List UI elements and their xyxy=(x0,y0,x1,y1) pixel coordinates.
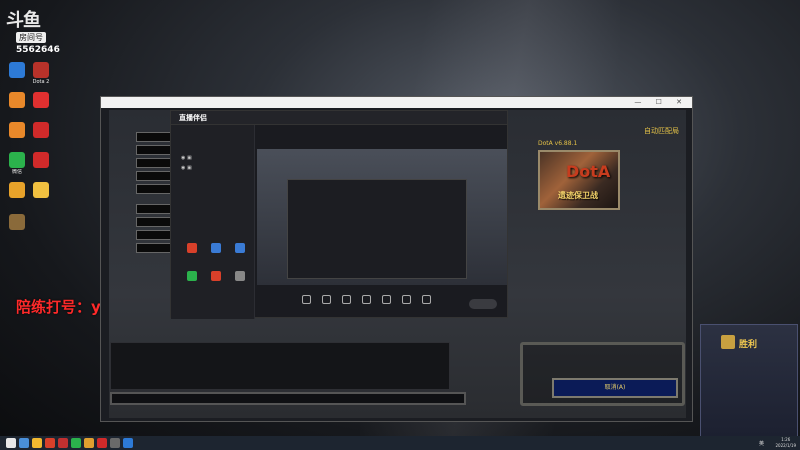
taskbar-app-icon[interactable] xyxy=(110,438,120,448)
obs-tool-icon xyxy=(211,243,221,253)
desktop-icon-app3[interactable] xyxy=(28,92,54,109)
music-icon xyxy=(33,152,49,168)
obs-bottom-tool[interactable] xyxy=(397,295,415,305)
dota2-icon xyxy=(33,62,49,78)
obs-bottom-tool-icon xyxy=(321,295,331,304)
obs-tool-icon xyxy=(235,271,245,281)
app6-icon xyxy=(33,182,49,198)
browser-icon xyxy=(9,62,25,78)
obs-bottom-tool[interactable] xyxy=(357,295,375,305)
obs-tool-icon xyxy=(187,271,197,281)
obs-tool-icon xyxy=(235,243,245,253)
taskbar-clock[interactable]: 1:26 2022/1/19 xyxy=(775,437,796,449)
victory-title: 胜利 xyxy=(739,340,758,350)
obs-side-tool[interactable] xyxy=(207,243,225,254)
victory-overlay: 胜利 xyxy=(700,324,798,438)
map-preview-image: DotA 遗迹保卫战 xyxy=(538,150,620,210)
obs-bottom-tool[interactable] xyxy=(417,295,435,305)
desktop-icon-app7[interactable] xyxy=(4,214,30,231)
obs-brand: 直播伴侣 xyxy=(179,114,207,122)
obs-side-tool[interactable] xyxy=(231,271,249,282)
window-controls[interactable]: — ☐ ✕ xyxy=(634,97,688,108)
desktop-icon-label: 微信 xyxy=(11,169,22,175)
map-banner: 遗迹保卫战 xyxy=(558,191,598,200)
taskbar-app-icon[interactable] xyxy=(45,438,55,448)
obs-bottom-tool[interactable] xyxy=(377,295,395,305)
taskbar: 英 1:26 2022/1/19 xyxy=(0,436,800,450)
obs-bottom-tool[interactable] xyxy=(317,295,335,305)
logo-room-tag: 房间号 xyxy=(16,32,46,43)
obs-sidebar: ◉ ▣ ◉ ▣ xyxy=(171,125,255,319)
map-version-line: DotA v6.88.1 xyxy=(538,140,578,147)
desktop-icon-app2[interactable] xyxy=(4,92,30,109)
obs-source-1[interactable]: ◉ ▣ xyxy=(181,155,192,161)
obs-bottom-tool-icon xyxy=(301,295,311,304)
wechat-icon xyxy=(9,152,25,168)
taskbar-app-icon[interactable] xyxy=(71,438,81,448)
obs-tool-icon xyxy=(211,271,221,281)
desktop-icon-music[interactable] xyxy=(28,152,54,169)
obs-bottom-tool[interactable] xyxy=(337,295,355,305)
lobby-right-panel: 自动匹配局 DotA v6.88.1 DotA 遗迹保卫战 xyxy=(508,118,684,318)
desktop-icon-label: Dota 2 xyxy=(32,79,50,85)
streamer-logo: 斗鱼 房间号 5562646 xyxy=(2,2,64,58)
taskbar-date: 2022/1/19 xyxy=(775,443,796,448)
window-titlebar[interactable]: — ☐ ✕ xyxy=(101,97,692,108)
input-language[interactable]: 英 xyxy=(759,440,764,447)
desktop-icon-wechat[interactable]: 微信 xyxy=(4,152,30,175)
cancel-button[interactable]: 取消(A) xyxy=(552,378,678,398)
app3-icon xyxy=(33,92,49,108)
lobby-chat-log xyxy=(110,342,450,390)
app7-icon xyxy=(9,214,25,230)
obs-side-tool[interactable] xyxy=(183,243,201,254)
netease-icon xyxy=(33,122,49,138)
chat-input[interactable] xyxy=(110,392,466,405)
taskbar-app-icon[interactable] xyxy=(97,438,107,448)
obs-side-tool[interactable] xyxy=(207,271,225,282)
desktop-icon-app6[interactable] xyxy=(28,182,54,199)
desktop-icon-app5[interactable] xyxy=(4,182,30,199)
obs-tool-icon xyxy=(187,243,197,253)
obs-source-2[interactable]: ◉ ▣ xyxy=(181,165,192,171)
obs-side-tool[interactable] xyxy=(183,271,201,282)
app2-icon xyxy=(9,92,25,108)
obs-bottom-tool-icon xyxy=(401,295,411,304)
desktop-icon-dota2[interactable]: Dota 2 xyxy=(28,62,54,85)
desktop-icon-netease[interactable] xyxy=(28,122,54,139)
obs-bottom-tool[interactable] xyxy=(297,295,315,305)
obs-bottom-tool-icon xyxy=(361,295,371,304)
taskbar-app-icon[interactable] xyxy=(6,438,16,448)
taskbar-app-icon[interactable] xyxy=(19,438,29,448)
taskbar-app-icon[interactable] xyxy=(84,438,94,448)
obs-bottom-toolbar xyxy=(257,293,507,319)
obs-bottom-tool-icon xyxy=(341,295,351,304)
victory-crest-icon xyxy=(721,335,735,349)
obs-nested-preview xyxy=(287,179,467,279)
obs-preview xyxy=(257,149,507,285)
obs-bottom-tool-icon xyxy=(421,295,431,304)
obs-bottom-tool-icon xyxy=(381,295,391,304)
app4-icon xyxy=(9,122,25,138)
victory-header xyxy=(701,325,797,329)
streaming-software-window: 直播伴侣 ◉ ▣ ◉ ▣ xyxy=(170,110,508,319)
desktop-icon-app4[interactable] xyxy=(4,122,30,139)
taskbar-app-icon[interactable] xyxy=(32,438,42,448)
desktop-icon-browser[interactable] xyxy=(4,62,30,79)
obs-side-tool[interactable] xyxy=(231,243,249,254)
logo-mark: 斗鱼 xyxy=(6,10,41,31)
map-logo: DotA xyxy=(566,162,611,181)
app5-icon xyxy=(9,182,25,198)
taskbar-app-icon[interactable] xyxy=(58,438,68,448)
right-header-right: 自动匹配局 xyxy=(644,127,679,135)
taskbar-app-icon[interactable] xyxy=(123,438,133,448)
room-number: 5562646 xyxy=(16,45,60,55)
go-live-button[interactable] xyxy=(469,299,497,309)
obs-header: 直播伴侣 xyxy=(171,111,507,125)
